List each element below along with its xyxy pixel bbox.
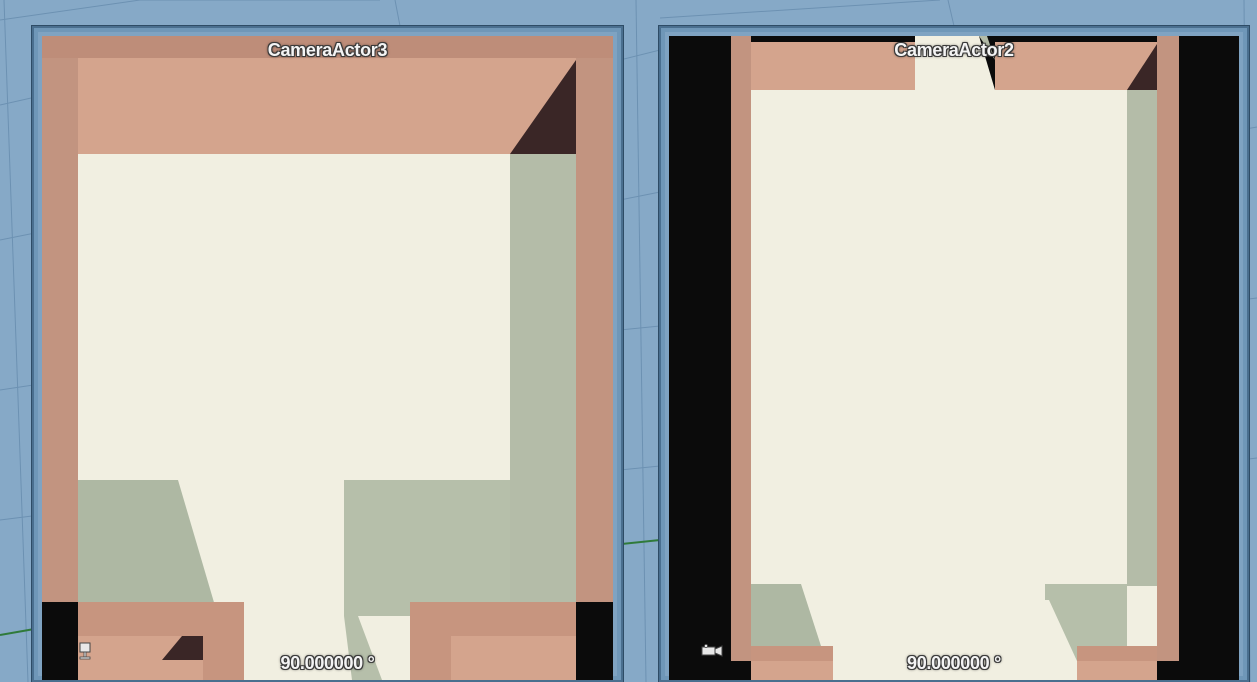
field-of-view-readout: 90.000000 °	[907, 653, 1001, 673]
camera-name-label: CameraActor2	[894, 40, 1014, 60]
pillar-camera-icon	[79, 642, 91, 660]
field-of-view-readout: 90.000000 °	[280, 653, 375, 673]
camera-preview-camera-actor-3[interactable]: CameraActor3 90.000000 °	[32, 26, 623, 682]
camera-name-label: CameraActor3	[267, 40, 388, 60]
camera-preview-viewport: CameraActor3 90.000000 °	[42, 36, 613, 680]
movie-camera-icon	[701, 644, 723, 657]
camera-view-render	[42, 36, 613, 680]
camera-preview-camera-actor-2[interactable]: CameraActor2 90.000000 °	[659, 26, 1249, 682]
camera-view-render	[669, 36, 1239, 680]
camera-preview-viewport: CameraActor2 90.000000 °	[669, 36, 1239, 680]
